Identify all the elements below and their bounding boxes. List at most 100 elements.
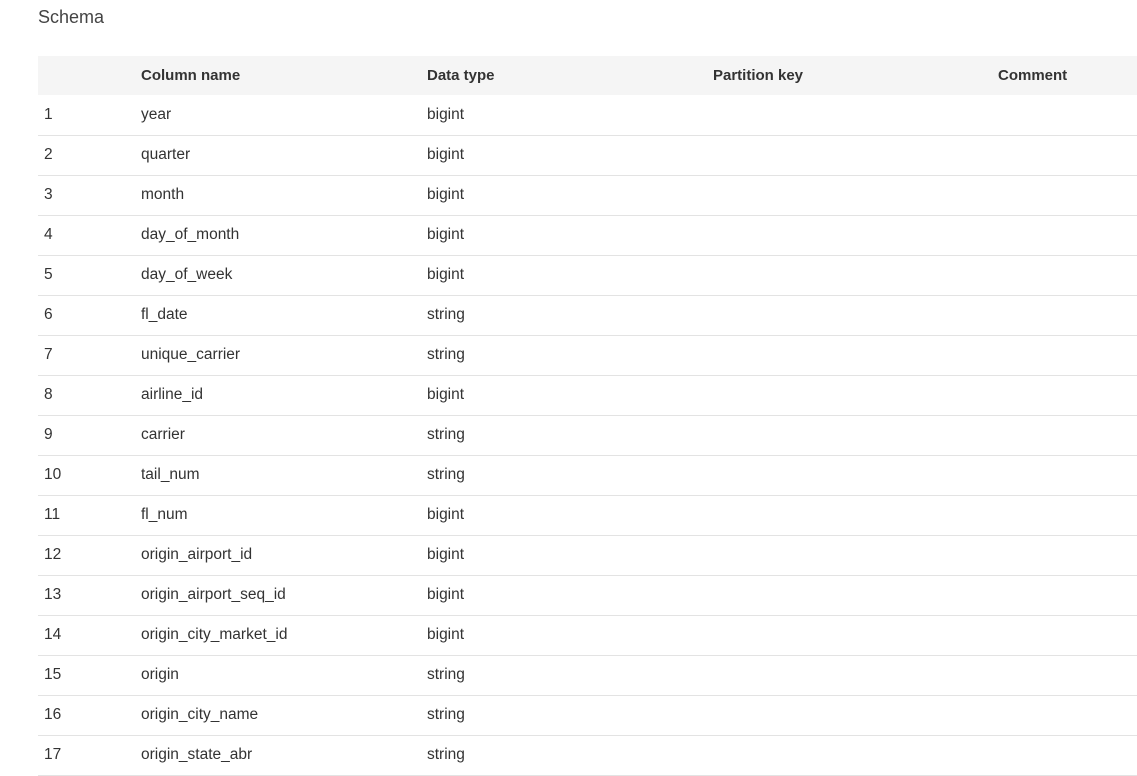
row-column-name: origin_airport_seq_id bbox=[141, 586, 286, 603]
row-data-type: bigint bbox=[427, 105, 465, 123]
row-partition-key bbox=[713, 215, 998, 255]
row-column-name: fl_num bbox=[141, 506, 188, 523]
row-index: 7 bbox=[44, 346, 53, 363]
row-index: 13 bbox=[44, 586, 62, 603]
row-column-name: quarter bbox=[141, 146, 191, 163]
row-index: 12 bbox=[44, 546, 62, 563]
row-comment bbox=[998, 95, 1137, 135]
table-row: 5 day_of_week bigint bbox=[38, 255, 1137, 295]
schema-table: Column name Data type Partition key Comm… bbox=[38, 56, 1137, 776]
header-row: Column name Data type Partition key Comm… bbox=[38, 56, 1137, 95]
row-index: 5 bbox=[44, 266, 53, 283]
row-index: 8 bbox=[44, 386, 53, 403]
row-partition-key bbox=[713, 655, 998, 695]
row-index: 14 bbox=[44, 626, 62, 643]
row-index: 16 bbox=[44, 706, 62, 723]
row-data-type: bigint bbox=[427, 506, 465, 523]
row-comment bbox=[998, 655, 1137, 695]
row-column-name: origin_city_name bbox=[141, 706, 259, 723]
row-partition-key bbox=[713, 455, 998, 495]
row-data-type: bigint bbox=[427, 586, 465, 603]
row-index: 10 bbox=[44, 466, 62, 483]
header-partition-key: Partition key bbox=[713, 67, 804, 84]
row-comment bbox=[998, 535, 1137, 575]
row-comment bbox=[998, 335, 1137, 375]
row-column-name: unique_carrier bbox=[141, 346, 241, 363]
table-row: 10 tail_num string bbox=[38, 455, 1137, 495]
row-comment bbox=[998, 135, 1137, 175]
row-comment bbox=[998, 255, 1137, 295]
row-column-name: origin_state_abr bbox=[141, 746, 253, 763]
row-partition-key bbox=[713, 175, 998, 215]
row-column-name: origin bbox=[141, 666, 179, 683]
row-comment bbox=[998, 735, 1137, 775]
row-column-name: year bbox=[141, 105, 172, 123]
row-partition-key bbox=[713, 295, 998, 335]
row-partition-key bbox=[713, 535, 998, 575]
table-row: 17 origin_state_abr string bbox=[38, 735, 1137, 775]
row-data-type: string bbox=[427, 666, 465, 683]
row-data-type: string bbox=[427, 426, 465, 443]
header-comment: Comment bbox=[998, 67, 1068, 84]
header-index bbox=[38, 56, 141, 95]
row-index: 1 bbox=[44, 105, 53, 123]
row-data-type: string bbox=[427, 466, 465, 483]
table-row: 2 quarter bigint bbox=[38, 135, 1137, 175]
row-index: 11 bbox=[44, 506, 61, 523]
row-comment bbox=[998, 455, 1137, 495]
table-row: 11 fl_num bigint bbox=[38, 495, 1137, 535]
row-comment bbox=[998, 375, 1137, 415]
row-data-type: string bbox=[427, 306, 465, 323]
table-row: 9 carrier string bbox=[38, 415, 1137, 455]
row-index: 17 bbox=[44, 746, 62, 763]
row-partition-key bbox=[713, 495, 998, 535]
row-data-type: bigint bbox=[427, 266, 465, 283]
row-partition-key bbox=[713, 375, 998, 415]
row-comment bbox=[998, 615, 1137, 655]
row-partition-key bbox=[713, 415, 998, 455]
table-header: Column name Data type Partition key Comm… bbox=[38, 56, 1137, 95]
row-column-name: month bbox=[141, 186, 185, 203]
row-partition-key bbox=[713, 615, 998, 655]
row-partition-key bbox=[713, 695, 998, 735]
table-row: 7 unique_carrier string bbox=[38, 335, 1137, 375]
row-data-type: bigint bbox=[427, 146, 465, 163]
row-data-type: bigint bbox=[427, 186, 465, 203]
row-column-name: tail_num bbox=[141, 466, 200, 483]
table-row: 13 origin_airport_seq_id bigint bbox=[38, 575, 1137, 615]
row-column-name: fl_date bbox=[141, 306, 188, 323]
row-partition-key bbox=[713, 575, 998, 615]
row-partition-key bbox=[713, 95, 998, 135]
table-row: 12 origin_airport_id bigint bbox=[38, 535, 1137, 575]
row-data-type: bigint bbox=[427, 626, 465, 643]
table-row: 14 origin_city_market_id bigint bbox=[38, 615, 1137, 655]
table-row: 16 origin_city_name string bbox=[38, 695, 1137, 735]
row-index: 3 bbox=[44, 186, 53, 203]
row-index: 2 bbox=[44, 146, 53, 163]
row-partition-key bbox=[713, 135, 998, 175]
table-body: 1 year bigint 2 quarter bigint 3 month bigint 4 da… bbox=[38, 95, 1137, 775]
table-row: 1 year bigint bbox=[38, 95, 1137, 135]
row-column-name: airline_id bbox=[141, 386, 204, 403]
row-comment bbox=[998, 495, 1137, 535]
row-partition-key bbox=[713, 335, 998, 375]
row-column-name: day_of_week bbox=[141, 266, 233, 283]
row-data-type: string bbox=[427, 706, 465, 723]
row-index: 6 bbox=[44, 306, 53, 323]
row-column-name: day_of_month bbox=[141, 226, 240, 243]
row-index: 9 bbox=[44, 426, 53, 443]
row-index: 15 bbox=[44, 666, 62, 683]
row-index: 4 bbox=[44, 226, 53, 243]
section-title: Schema bbox=[38, 7, 105, 27]
row-partition-key bbox=[713, 735, 998, 775]
table-row: 3 month bigint bbox=[38, 175, 1137, 215]
row-partition-key bbox=[713, 255, 998, 295]
row-column-name: origin_airport_id bbox=[141, 546, 253, 563]
row-data-type: bigint bbox=[427, 226, 465, 243]
row-data-type: string bbox=[427, 746, 465, 763]
row-data-type: bigint bbox=[427, 546, 465, 563]
row-comment bbox=[998, 415, 1137, 455]
table-row: 15 origin string bbox=[38, 655, 1137, 695]
row-data-type: string bbox=[427, 346, 465, 363]
row-comment bbox=[998, 575, 1137, 615]
